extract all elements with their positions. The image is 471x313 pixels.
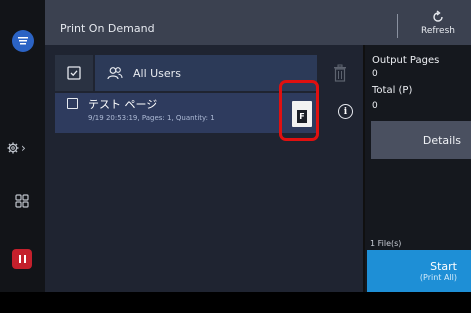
- app-home-button[interactable]: [12, 30, 34, 52]
- stop-button[interactable]: [12, 249, 32, 269]
- page-title: Print On Demand: [60, 22, 155, 35]
- header-divider: [397, 14, 398, 38]
- job-name: テスト ページ: [88, 98, 158, 111]
- settings-expand-button[interactable]: ›: [7, 138, 39, 158]
- select-all-checkbox-icon: [67, 66, 81, 80]
- stop-pause-icon: [18, 255, 21, 263]
- summary-panel: Output Pages 0 Total (P) 0 Details 1 Fil…: [365, 45, 471, 292]
- refresh-label: Refresh: [421, 26, 455, 36]
- refresh-icon: [433, 10, 443, 22]
- refresh-button[interactable]: Refresh: [408, 4, 468, 42]
- info-icon[interactable]: i: [338, 104, 353, 119]
- file-count: 1 File(s): [370, 239, 402, 248]
- start-label: Start: [430, 260, 457, 273]
- gear-icon: [7, 142, 19, 154]
- left-rail: ›: [0, 0, 45, 292]
- job-checkbox[interactable]: [67, 98, 78, 109]
- app-home-icon: [18, 37, 28, 45]
- chevron-right-icon: ›: [21, 141, 26, 155]
- output-pages-value: 0: [372, 69, 378, 79]
- print-on-demand-screen: › Print On Demand Refresh All Users テスト …: [0, 0, 471, 313]
- highlight-box: [279, 80, 319, 141]
- job-details: 9/19 20:53:19, Pages: 1, Quantity: 1: [88, 114, 215, 122]
- output-pages-label: Output Pages: [372, 55, 440, 66]
- total-label: Total (P): [372, 85, 413, 96]
- select-all-button[interactable]: [55, 55, 93, 91]
- total-value: 0: [372, 101, 378, 111]
- start-sub-label: (Print All): [419, 273, 457, 282]
- bottom-bezel: [0, 292, 471, 313]
- apps-grid-icon[interactable]: [15, 194, 29, 208]
- header-bar: Print On Demand Refresh: [45, 0, 471, 45]
- user-filter-label: All Users: [133, 66, 181, 80]
- trash-icon[interactable]: [333, 64, 347, 82]
- start-print-all-button[interactable]: Start (Print All): [367, 250, 471, 292]
- details-button[interactable]: Details: [371, 121, 471, 159]
- users-icon: [107, 67, 123, 80]
